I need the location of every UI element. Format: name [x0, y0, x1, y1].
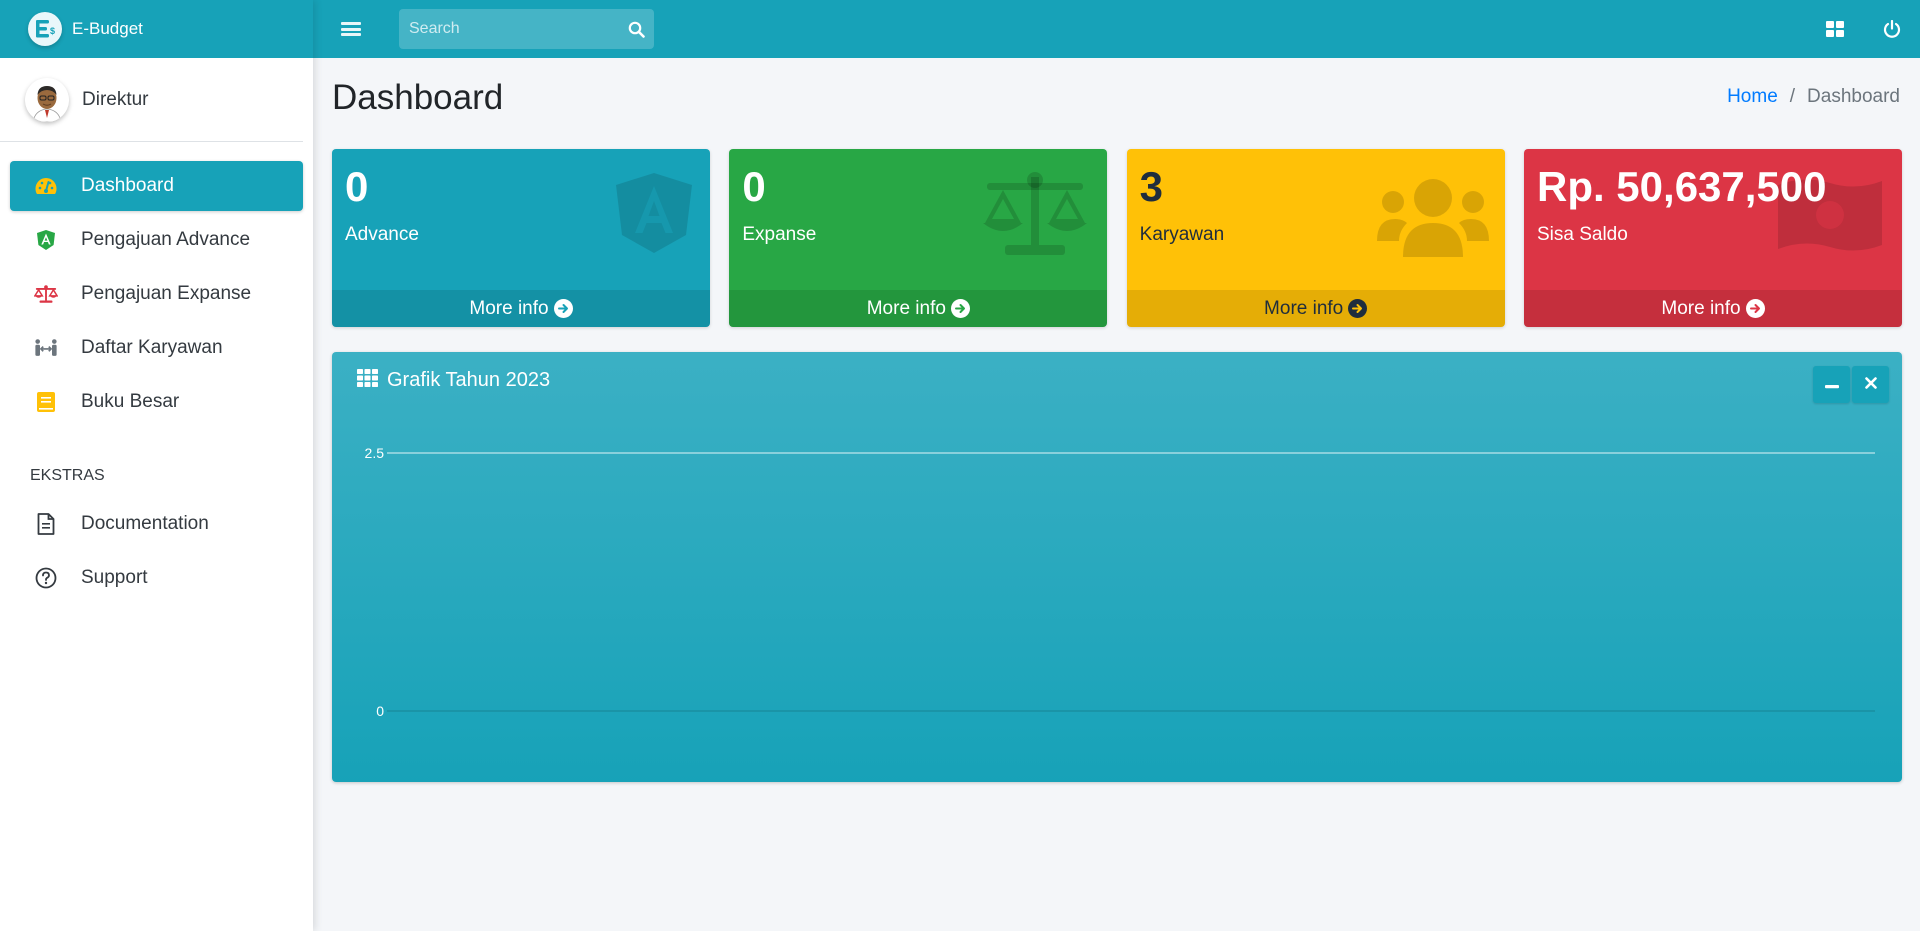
svg-text:$: $: [50, 26, 55, 36]
sidebar-item-pengajuan-expanse[interactable]: Pengajuan Expanse: [10, 269, 303, 319]
more-info-sisa-saldo-link[interactable]: More info: [1523, 290, 1902, 327]
balance-scale-icon: [34, 282, 58, 306]
grid-icon[interactable]: [1806, 0, 1863, 58]
search-box: [399, 9, 654, 49]
breadcrumb-current: Dashboard: [1807, 86, 1900, 107]
chart-card: Grafik Tahun 2023 2.5 0: [332, 352, 1902, 782]
more-info-label: More info: [469, 297, 549, 319]
arrow-circle-right-icon: [950, 299, 970, 318]
arrow-circle-right-icon: [1348, 299, 1368, 318]
breadcrumb-separator: /: [1789, 86, 1796, 107]
sidebar-item-label: Buku Besar: [81, 391, 180, 412]
stat-box-sisa-saldo: Rp. 50,637,500 Sisa Saldo More info: [1523, 149, 1902, 327]
stat-box-karyawan: 3 Karyawan More info: [1126, 149, 1505, 327]
stat-value: 0: [742, 163, 766, 210]
stat-box-advance: 0 Advance More info: [332, 149, 710, 327]
arrow-circle-right-icon: [1745, 299, 1765, 318]
brand-logo-icon: $: [28, 12, 62, 46]
stat-value: 0: [345, 163, 369, 210]
more-info-advance-link[interactable]: More info: [332, 290, 710, 327]
sidebar-item-dashboard[interactable]: Dashboard: [10, 161, 303, 211]
topbar-right: [1806, 0, 1920, 58]
avatar: [25, 77, 69, 122]
sidebar-item-label: Pengajuan Advance: [81, 229, 251, 250]
collapse-button[interactable]: [1813, 366, 1850, 403]
search-input[interactable]: [399, 9, 618, 49]
chart-card-title: Grafik Tahun 2023: [387, 368, 551, 391]
sidebar-item-daftar-karyawan[interactable]: Daftar Karyawan: [10, 323, 303, 373]
y-tick-label: 2.5: [365, 445, 385, 461]
more-info-label: More info: [866, 297, 946, 319]
line-chart: 2.50: [365, 445, 1875, 719]
file-text-icon: [34, 512, 58, 536]
y-tick-label: 0: [376, 703, 384, 719]
stat-label: Sisa Saldo: [1536, 224, 1628, 246]
power-icon[interactable]: [1863, 0, 1920, 58]
sidebar-item-label: Documentation: [81, 513, 209, 534]
tachometer-icon: [34, 174, 58, 198]
more-info-label: More info: [1264, 297, 1344, 319]
stat-label: Advance: [345, 224, 419, 246]
nav-header-extras: EKSTRAS: [30, 467, 105, 484]
user-name: Direktur: [82, 88, 149, 110]
stat-value: Rp. 50,637,500: [1536, 163, 1827, 210]
chart-card-header: Grafik Tahun 2023: [332, 352, 1902, 408]
sidebar-item-pengajuan-advance[interactable]: Pengajuan Advance: [10, 215, 303, 265]
more-info-karyawan-link[interactable]: More info: [1126, 290, 1505, 327]
summary-boxes: 0 Advance More info 0 Expanse More info …: [332, 149, 1902, 327]
th-icon: [357, 368, 378, 392]
stat-value: 3: [1139, 163, 1164, 210]
brand-name: E-Budget: [72, 19, 143, 38]
sidebar-item-label: Dashboard: [81, 175, 174, 196]
sidebar-item-label: Support: [81, 567, 148, 588]
topbar: [313, 0, 1920, 58]
chart-grid: 2.50: [365, 445, 1875, 719]
close-icon: [1864, 376, 1877, 394]
sidebar-item-buku-besar[interactable]: Buku Besar: [10, 377, 303, 427]
arrow-circle-right-icon: [553, 299, 573, 318]
user-panel[interactable]: Direktur: [0, 58, 303, 142]
more-info-label: More info: [1661, 297, 1741, 319]
sidebar-item-label: Daftar Karyawan: [81, 337, 223, 358]
remove-button[interactable]: [1852, 366, 1889, 403]
people-arrows-icon: [34, 336, 58, 360]
main-content: Dashboard Home / Dashboard 0 Advance Mor…: [313, 58, 1920, 931]
more-info-expanse-link[interactable]: More info: [729, 290, 1108, 327]
question-circle-icon: [34, 566, 58, 590]
angular-shield-icon: [34, 228, 58, 252]
sidebar-nav: Dashboard Pengajuan Advance Pengajuan Ex…: [0, 142, 313, 603]
brand-link[interactable]: $ E-Budget: [0, 0, 313, 58]
breadcrumb: Home / Dashboard: [1727, 86, 1900, 108]
stat-label: Expanse: [742, 224, 817, 246]
breadcrumb-home-link[interactable]: Home: [1727, 86, 1778, 108]
menu-toggle-icon[interactable]: [341, 20, 361, 38]
minus-icon: [1824, 376, 1839, 394]
search-icon[interactable]: [618, 9, 654, 49]
page-title: Dashboard: [332, 78, 504, 117]
stat-label: Karyawan: [1139, 224, 1225, 246]
book-icon: [34, 390, 58, 414]
sidebar: $ E-Budget Direktur Dashboard Pengajuan …: [0, 0, 313, 931]
sidebar-item-support[interactable]: Support: [10, 553, 303, 603]
stat-box-expanse: 0 Expanse More info: [729, 149, 1108, 327]
sidebar-item-label: Pengajuan Expanse: [81, 283, 252, 304]
card-tools: [1813, 366, 1889, 403]
sidebar-item-documentation[interactable]: Documentation: [10, 499, 303, 549]
